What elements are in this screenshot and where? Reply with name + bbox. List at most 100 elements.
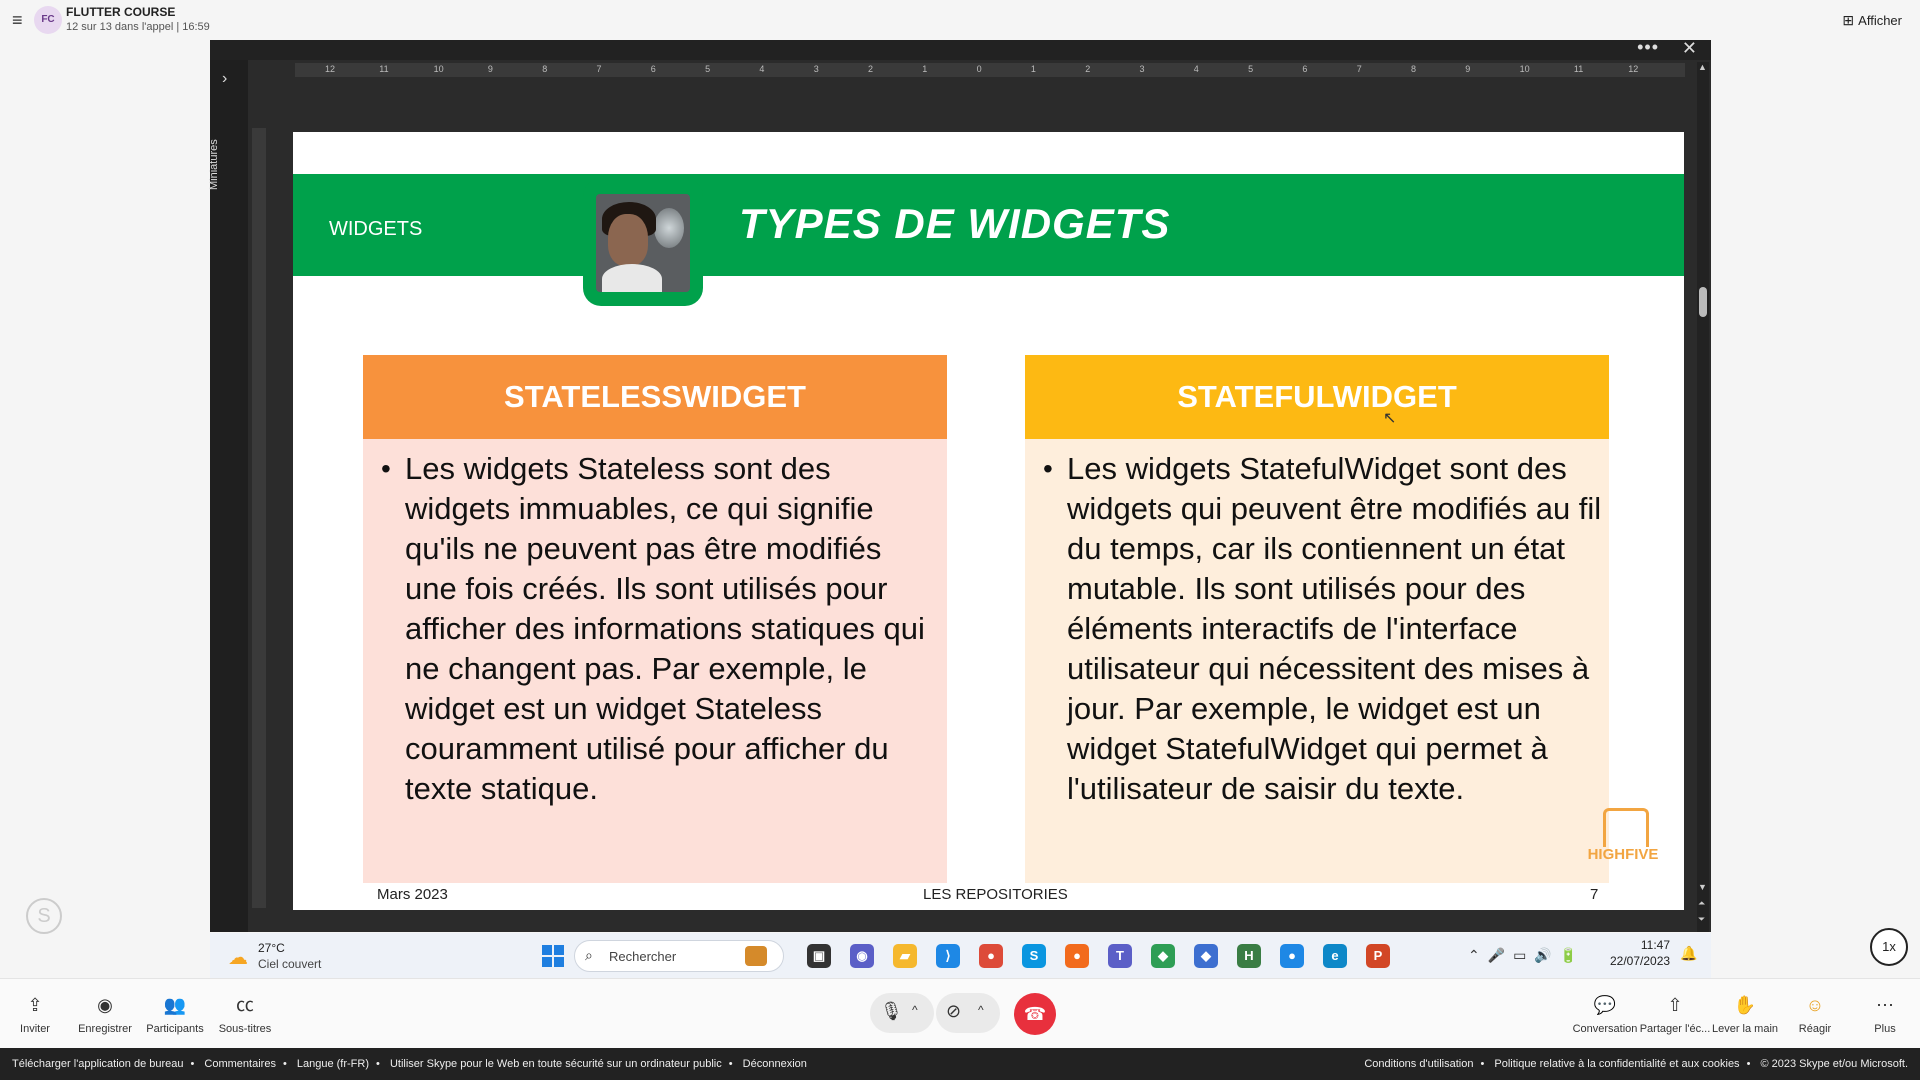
cc-icon: ㏄ [236,995,254,1015]
more-button[interactable]: ⋯ Plus [1845,993,1920,1035]
skype-logo-icon: S [26,898,62,934]
vscode-icon[interactable]: ⟩ [936,944,960,968]
bullet-icon: • [1043,453,1053,484]
subtitles-button[interactable]: ㏄ Sous-titres [205,993,285,1035]
vertical-scrollbar[interactable]: ▲ ▼ ⏶ ⏷ [1697,62,1709,932]
camera-off-icon: ⊘ [946,1001,962,1021]
ruler-tick: 4 [1193,64,1199,74]
slide-footer-title: LES REPOSITORIES [923,886,1068,903]
react-button[interactable]: ☺ Réagir [1775,993,1855,1035]
windows-start-icon[interactable] [542,945,566,969]
cloud-sun-icon: ☁ [228,947,248,969]
chevron-right-icon[interactable]: › [222,70,227,88]
more-options-icon[interactable]: ••• [1637,37,1659,58]
hand-icon: ✋ [1733,995,1757,1015]
logo-text: HIGHFIVE [1587,846,1659,863]
banner-photo [596,194,690,292]
thumbnails-label[interactable]: Miniatures [208,110,220,190]
teams-icon[interactable]: T [1108,944,1132,968]
video-button[interactable]: ⊘ ^ [936,993,1000,1033]
ruler-tick: 3 [1139,64,1145,74]
group-avatar[interactable]: FC [34,6,62,34]
scrollbar-thumb[interactable] [1699,287,1707,317]
taskbar-search[interactable]: ⌕ Rechercher [574,940,784,972]
call-header: ≡ FC FLUTTER COURSE 12 sur 13 dans l'app… [0,0,1920,40]
grid-view-icon: ⊞ [1842,12,1855,28]
record-button[interactable]: ◉ Enregistrer [65,993,145,1035]
hang-up-button[interactable]: ☎ [1014,993,1056,1035]
share-upload-icon: ⇪ [27,995,43,1015]
teams-chat-icon[interactable]: ◉ [850,944,874,968]
participants-button[interactable]: 👥 Participants [135,993,215,1035]
ruler-tick: 8 [542,64,548,74]
page-footer: Télécharger l'application de bureau • Com… [0,1048,1920,1080]
chevron-up-icon[interactable]: ^ [912,1003,918,1017]
ruler-tick: 11 [1573,64,1584,74]
weather-widget[interactable]: ☁ 27°C Ciel couvert [228,939,348,973]
view-button[interactable]: ⊞ Afficher [1842,12,1902,29]
stateful-card: • Les widgets StatefulWidget sont des wi… [1025,439,1609,883]
app-circle-icon[interactable]: ● [1280,944,1304,968]
ruler-tick: 10 [433,64,444,74]
ruler-tick: 5 [705,64,711,74]
stateful-heading: STATEFULWIDGET [1025,355,1609,439]
highfive-logo: HIGHFIVE [1583,808,1663,880]
chrome-icon[interactable]: ● [979,944,1003,968]
conversation-button[interactable]: 💬 Conversation [1565,993,1645,1035]
share-screen-button[interactable]: ⇧ Partager l'éc... [1635,993,1715,1035]
viewer-titlebar: ••• ✕ [210,37,1711,60]
next-slide-icon[interactable]: ⏷ [1698,914,1705,925]
slide-page-number: 7 [1590,886,1599,903]
ruler-tick: 2 [1085,64,1091,74]
app-blue-icon[interactable]: ◆ [1194,944,1218,968]
logout-link[interactable]: Déconnexion [743,1058,807,1070]
record-icon: ◉ [97,995,113,1015]
phone-hangup-icon: ☎ [1023,1004,1047,1024]
horizontal-ruler: 12 11 10 9 8 7 6 5 4 3 2 1 0 1 2 3 4 5 6 7 8 9 10 11 12 [295,63,1685,77]
thumbnails-panel: › Miniatures [208,60,248,932]
chat-bubble-icon: 💬 [1593,995,1617,1015]
safe-use-link[interactable]: Utiliser Skype pour le Web en toute sécu… [390,1058,722,1070]
terms-link[interactable]: Conditions d'utilisation [1364,1058,1473,1070]
search-icon: ⌕ [585,947,593,963]
chevron-up-icon[interactable]: ^ [978,1003,984,1017]
scroll-down-icon[interactable]: ▼ [1698,882,1707,892]
hamburger-menu-icon[interactable]: ≡ [12,11,30,29]
download-app-link[interactable]: Télécharger l'application de bureau [12,1058,184,1070]
ruler-tick: 12 [325,64,336,74]
hs-app-icon[interactable]: H [1237,944,1261,968]
firefox-icon[interactable]: ● [1065,944,1089,968]
ruler-tick: 10 [1519,64,1530,74]
stateless-card: • Les widgets Stateless sont des widgets… [363,439,947,883]
raise-hand-button[interactable]: ✋ Lever la main [1705,993,1785,1035]
banner-photo-frame [583,178,703,306]
ruler-tick: 11 [379,64,389,74]
privacy-link[interactable]: Politique relative à la confidentialité … [1494,1058,1739,1070]
folder-icon[interactable]: ▰ [893,944,917,968]
slide-footer-date: Mars 2023 [377,886,448,903]
call-title: FLUTTER COURSE [66,5,176,19]
comments-link[interactable]: Commentaires [204,1058,276,1070]
file-explorer-icon[interactable]: ▣ [807,944,831,968]
playback-speed-button[interactable]: 1x [1870,928,1908,966]
skype-icon[interactable]: S [1022,944,1046,968]
taskbar-date[interactable]: 22/07/2023 [1610,954,1670,968]
invite-button[interactable]: ⇪ Inviter [0,993,75,1035]
copyright-text: © 2023 Skype et/ou Microsoft. [1760,1058,1908,1070]
previous-slide-icon[interactable]: ⏶ [1698,898,1705,909]
mute-button[interactable]: 🎙 ^ [870,993,934,1033]
taskbar-time[interactable]: 11:47 [1610,938,1670,952]
system-tray[interactable]: ⌃🎤▭🔊🔋 [1468,947,1585,964]
notification-icon[interactable]: 🔔 [1680,945,1697,962]
weather-temp: 27°C [258,941,285,955]
ruler-tick: 7 [1356,64,1362,74]
app-green-icon[interactable]: ◆ [1151,944,1175,968]
ruler-tick: 4 [759,64,765,74]
language-link[interactable]: Langue (fr-FR) [297,1058,369,1070]
scroll-up-icon[interactable]: ▲ [1698,62,1707,72]
slide-title: TYPES DE WIDGETS [739,200,1171,247]
close-icon[interactable]: ✕ [1682,38,1697,59]
edge-icon[interactable]: e [1323,944,1347,968]
footer-left-links: Télécharger l'application de bureau • Com… [12,1058,807,1070]
powerpoint-icon[interactable]: P [1366,944,1390,968]
